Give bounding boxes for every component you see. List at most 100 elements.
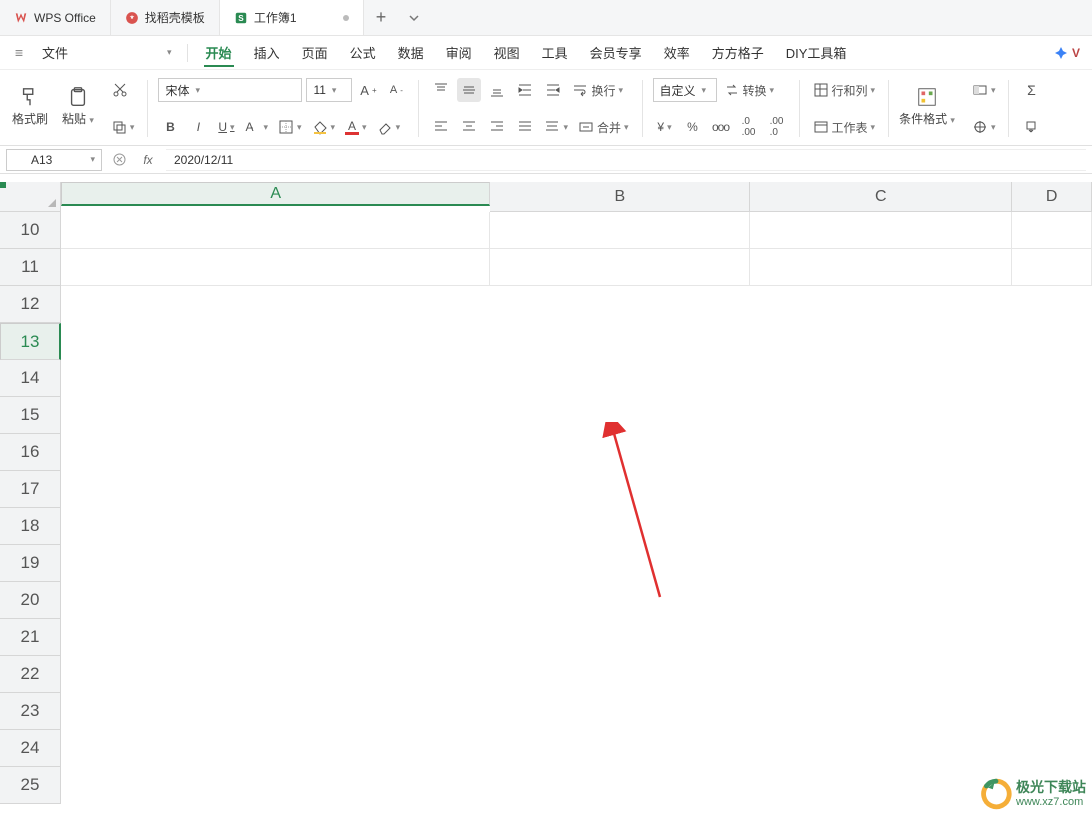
row-header-23[interactable]: 23	[0, 693, 61, 730]
menu-data[interactable]: 数据	[388, 36, 434, 69]
cell-style-button[interactable]: ▾	[969, 78, 999, 102]
menu-diy[interactable]: DIY工具箱	[776, 36, 857, 69]
menu-efficiency[interactable]: 效率	[654, 36, 700, 69]
column-header-B[interactable]: B	[490, 182, 750, 212]
row-header-13[interactable]: 13	[0, 323, 61, 360]
fill-button[interactable]	[1019, 115, 1043, 139]
fill-color-button[interactable]: ▾	[309, 115, 339, 139]
row-header-17[interactable]: 17	[0, 471, 61, 508]
number-format-select[interactable]: 自定义▾	[653, 78, 717, 102]
cell-A11[interactable]	[61, 249, 490, 286]
menu-review[interactable]: 审阅	[436, 36, 482, 69]
wrap-button[interactable]: 换行▾	[569, 78, 626, 102]
row-header-14[interactable]: 14	[0, 360, 61, 397]
sum-button[interactable]: Σ	[1019, 78, 1043, 102]
orientation-button[interactable]	[513, 78, 537, 102]
percent-button[interactable]: %	[681, 115, 705, 139]
select-all-corner[interactable]	[0, 182, 61, 212]
row-header-10[interactable]: 10	[0, 212, 61, 249]
align-right-button[interactable]	[485, 115, 509, 139]
column-header-A[interactable]: A	[61, 182, 490, 206]
rows-cols-button[interactable]: 行和列▾	[810, 78, 879, 102]
worksheet-button[interactable]: 工作表▾	[810, 115, 879, 139]
align-center-button[interactable]	[457, 115, 481, 139]
comma-button[interactable]: ooo	[709, 115, 733, 139]
menu-hamburger-button[interactable]	[8, 36, 30, 69]
formula-input[interactable]: 2020/12/11	[166, 149, 1086, 171]
decrease-font-button[interactable]: A-	[384, 78, 408, 102]
qat-print-button[interactable]	[96, 36, 110, 69]
align-middle-button[interactable]	[457, 78, 481, 102]
menu-fanggezi[interactable]: 方方格子	[702, 36, 774, 69]
cell-A10[interactable]	[61, 212, 490, 249]
cell-B10[interactable]	[490, 212, 750, 249]
row-header-18[interactable]: 18	[0, 508, 61, 545]
spreadsheet[interactable]: ABCD 10111213141516171819202122232425	[0, 182, 1092, 822]
cell-C11[interactable]	[750, 249, 1012, 286]
qat-undo-button[interactable]	[128, 36, 142, 69]
row-header-12[interactable]: 12	[0, 286, 61, 323]
cut-button[interactable]	[108, 78, 132, 102]
tab-workbook[interactable]: S 工作簿1	[219, 0, 363, 35]
cell-B11[interactable]	[490, 249, 750, 286]
row-header-24[interactable]: 24	[0, 730, 61, 767]
conditional-format-button[interactable]: 条件格式 ▾	[893, 74, 961, 138]
align-left-button[interactable]	[429, 115, 453, 139]
menu-file[interactable]: 文件	[32, 36, 78, 69]
row-header-19[interactable]: 19	[0, 545, 61, 582]
row-header-21[interactable]: 21	[0, 619, 61, 656]
menu-page[interactable]: 页面	[292, 36, 338, 69]
currency-button[interactable]: ¥ ▾	[653, 115, 677, 139]
distribute-button[interactable]: ▾	[541, 115, 571, 139]
bold-button[interactable]: B	[158, 115, 182, 139]
cell-D10[interactable]	[1012, 212, 1092, 249]
column-header-D[interactable]: D	[1012, 182, 1092, 212]
row-header-16[interactable]: 16	[0, 434, 61, 471]
underline-button[interactable]: U ▾	[214, 115, 238, 139]
tab-add-button[interactable]: +	[363, 0, 399, 35]
menu-formula[interactable]: 公式	[340, 36, 386, 69]
menu-start[interactable]: 开始	[196, 36, 242, 69]
row-header-25[interactable]: 25	[0, 767, 61, 804]
tab-template[interactable]: 找稻壳模板	[110, 0, 219, 35]
qat-preview-button[interactable]	[112, 36, 126, 69]
merge-button[interactable]: 合并▾	[575, 115, 632, 139]
font-name-select[interactable]: 宋体▾	[158, 78, 302, 102]
qat-save-button[interactable]	[80, 36, 94, 69]
border-button[interactable]: ▾	[275, 115, 305, 139]
font-color-button[interactable]: A▾	[342, 115, 370, 139]
menu-tools[interactable]: 工具	[532, 36, 578, 69]
table-style-button[interactable]: ▾	[969, 115, 999, 139]
qat-dropdown[interactable]: ▾	[160, 36, 179, 69]
tab-menu-button[interactable]	[399, 0, 429, 35]
decrease-indent-button[interactable]	[541, 78, 565, 102]
align-top-button[interactable]	[429, 78, 453, 102]
italic-button[interactable]: I	[186, 115, 210, 139]
menu-insert[interactable]: 插入	[244, 36, 290, 69]
increase-decimal-button[interactable]: .0.00	[737, 115, 761, 139]
row-header-15[interactable]: 15	[0, 397, 61, 434]
phonetic-button[interactable]: ▾	[374, 115, 404, 139]
menu-member[interactable]: 会员专享	[580, 36, 652, 69]
menu-right-icon[interactable]: V	[1054, 46, 1084, 60]
copy-button[interactable]: ▾	[108, 115, 138, 139]
row-header-22[interactable]: 22	[0, 656, 61, 693]
cell-C10[interactable]	[750, 212, 1012, 249]
font-size-select[interactable]: 11▾	[306, 78, 352, 102]
cell-D11[interactable]	[1012, 249, 1092, 286]
menu-view[interactable]: 视图	[484, 36, 530, 69]
convert-button[interactable]: 转换▾	[721, 78, 778, 102]
align-bottom-button[interactable]	[485, 78, 509, 102]
name-box[interactable]: A13 ▾	[6, 149, 102, 171]
paste-button[interactable]: 粘贴 ▾	[56, 74, 100, 138]
cells-grid[interactable]	[61, 212, 1092, 286]
column-header-C[interactable]: C	[750, 182, 1012, 212]
increase-font-button[interactable]: A+	[356, 78, 380, 102]
strikethrough-button[interactable]: A-▾	[242, 115, 271, 139]
cancel-formula-button[interactable]	[108, 153, 130, 166]
decrease-decimal-button[interactable]: .00.0	[765, 115, 789, 139]
justify-button[interactable]	[513, 115, 537, 139]
row-header-11[interactable]: 11	[0, 249, 61, 286]
fx-button[interactable]: fx	[136, 149, 160, 171]
row-header-20[interactable]: 20	[0, 582, 61, 619]
